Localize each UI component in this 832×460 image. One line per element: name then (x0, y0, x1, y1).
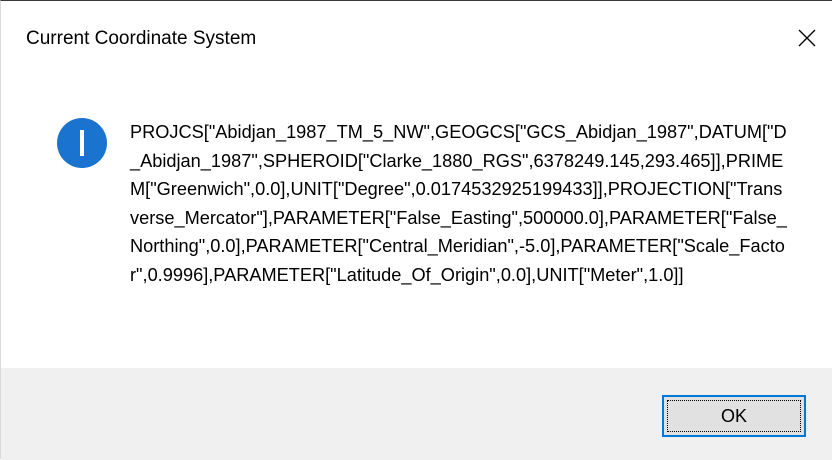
close-icon (798, 29, 816, 47)
ok-button-label: OK (720, 405, 747, 426)
dialog-title: Current Coordinate System (26, 28, 257, 49)
coordinate-system-message: PROJCS["Abidjan_1987_TM_5_NW",GEOGCS["GC… (130, 122, 787, 285)
dialog-content: PROJCS["Abidjan_1987_TM_5_NW",GEOGCS["GC… (1, 71, 832, 368)
dialog-footer: OK (1, 368, 832, 460)
info-icon (57, 118, 107, 168)
ok-button[interactable]: OK (662, 395, 806, 437)
close-button[interactable] (781, 15, 832, 61)
message-dialog: Current Coordinate System PROJCS["Abidja… (0, 0, 832, 460)
title-bar: Current Coordinate System (1, 1, 832, 71)
